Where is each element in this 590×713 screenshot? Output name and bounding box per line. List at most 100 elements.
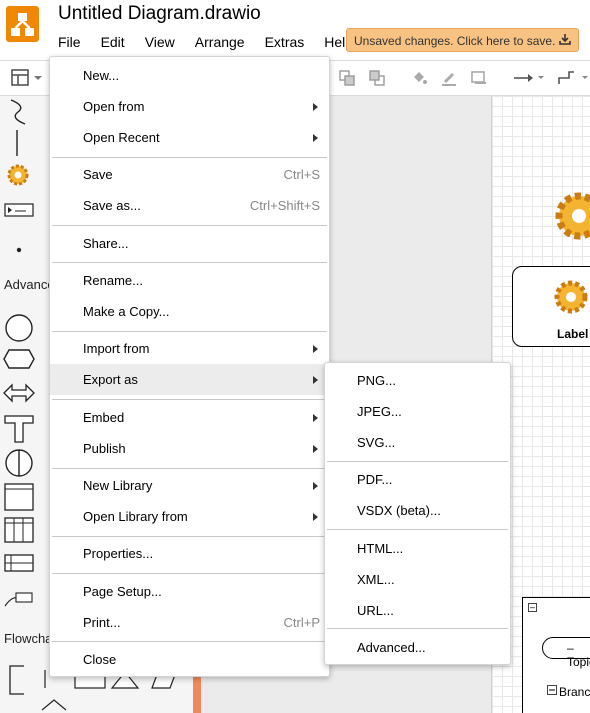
to-front-icon[interactable]: [338, 69, 356, 92]
menu-separator: [52, 331, 327, 332]
menu-item-close-label: Close: [83, 652, 117, 667]
export-item-png-label: PNG...: [357, 373, 397, 388]
menu-item-import-from[interactable]: Import from: [50, 333, 329, 364]
menu-item-page-setup[interactable]: Page Setup...: [50, 576, 329, 607]
menu-item-rename[interactable]: Rename...: [50, 265, 329, 296]
export-item-svg[interactable]: SVG...: [325, 427, 510, 458]
menu-item-share-label: Share...: [83, 236, 129, 251]
export-item-advanced-label: Advanced...: [357, 640, 426, 655]
menu-view[interactable]: View: [135, 31, 185, 53]
fill-color-icon[interactable]: [410, 69, 428, 92]
collapse-icon[interactable]: –: [528, 603, 537, 612]
gear-shape-icon[interactable]: [5, 162, 31, 193]
line-color-icon[interactable]: [440, 69, 458, 92]
menu-item-make-copy-label: Make a Copy...: [83, 304, 170, 319]
menu-item-open-library-from[interactable]: Open Library from: [50, 501, 329, 532]
unsaved-changes-button[interactable]: Unsaved changes. Click here to save.: [346, 28, 579, 52]
menu-item-open-library-from-label: Open Library from: [83, 509, 188, 524]
submenu-arrow-icon: [313, 513, 318, 521]
export-item-html[interactable]: HTML...: [325, 533, 510, 564]
container-shape-icon[interactable]: [4, 483, 34, 516]
download-icon: [558, 32, 572, 49]
export-item-pdf[interactable]: PDF...: [325, 464, 510, 495]
to-back-icon[interactable]: [368, 69, 386, 92]
submenu-arrow-icon: [313, 103, 318, 111]
waypoints-icon[interactable]: [556, 69, 590, 92]
menu-item-new-library-label: New Library: [83, 478, 153, 493]
menu-item-properties[interactable]: Properties...: [50, 538, 329, 569]
connection-style-icon[interactable]: [512, 69, 546, 92]
submenu-arrow-icon: [313, 345, 318, 353]
curve-shape-icon[interactable]: [8, 98, 28, 131]
vertical-pool-shape-icon[interactable]: [4, 517, 34, 548]
export-item-vsdx[interactable]: VSDX (beta)...: [325, 495, 510, 526]
menu-item-make-copy[interactable]: Make a Copy...: [50, 296, 329, 327]
menu-item-close[interactable]: Close: [50, 644, 329, 675]
edge-label-shape-icon[interactable]: [4, 588, 34, 613]
topic-shape[interactable]: – Topic: [542, 637, 590, 669]
export-item-advanced[interactable]: Advanced...: [325, 632, 510, 663]
menu-extras[interactable]: Extras: [255, 31, 315, 53]
menu-item-save-as-label: Save as...: [83, 198, 141, 213]
export-item-svg-label: SVG...: [357, 435, 396, 450]
menu-item-new[interactable]: New...: [50, 60, 329, 91]
menu-item-save-as[interactable]: Save as... Ctrl+Shift+S: [50, 190, 329, 221]
export-item-url[interactable]: URL...: [325, 595, 510, 626]
menu-item-properties-label: Properties...: [83, 546, 154, 561]
tee-shape-icon[interactable]: [4, 415, 34, 448]
horizontal-pool-shape-icon[interactable]: [4, 554, 34, 577]
menu-item-new-library[interactable]: New Library: [50, 470, 329, 501]
image-caption-shape-icon[interactable]: [4, 203, 34, 222]
label-card-text: Label: [557, 327, 589, 341]
menu-item-open-recent[interactable]: Open Recent: [50, 122, 329, 153]
menu-file[interactable]: File: [48, 31, 91, 53]
topic-label: Topic: [567, 655, 590, 669]
menu-item-save[interactable]: Save Ctrl+S: [50, 159, 329, 190]
menu-item-export-as[interactable]: Export as: [50, 364, 329, 395]
shapes-panel-scrollbar[interactable]: [193, 672, 201, 713]
menu-item-import-from-label: Import from: [83, 341, 150, 356]
circle-shape-icon[interactable]: [4, 313, 34, 348]
document-title[interactable]: Untitled Diagram.drawio: [58, 3, 261, 25]
vertical-line-shape-icon[interactable]: [14, 130, 20, 161]
menubar: File Edit View Arrange Extras Help: [48, 31, 363, 53]
submenu-arrow-icon: [313, 414, 318, 422]
crossed-circle-shape-icon[interactable]: [4, 448, 34, 483]
topic-collapse-icon[interactable]: –: [567, 641, 574, 655]
export-item-jpeg[interactable]: JPEG...: [325, 396, 510, 427]
menu-separator: [327, 461, 508, 462]
submenu-arrow-icon: [313, 445, 318, 453]
menu-separator: [52, 262, 327, 263]
menu-separator: [52, 573, 327, 574]
menu-item-open-from[interactable]: Open from: [50, 91, 329, 122]
drawio-logo-icon[interactable]: [6, 6, 39, 42]
export-item-png[interactable]: PNG...: [325, 365, 510, 396]
double-arrow-shape-icon[interactable]: [3, 382, 35, 409]
menu-item-save-label: Save: [83, 167, 113, 182]
menu-item-embed[interactable]: Embed: [50, 402, 329, 433]
format-panel-icon[interactable]: [10, 69, 42, 92]
export-item-jpeg-label: JPEG...: [357, 404, 402, 419]
unsaved-changes-label: Unsaved changes. Click here to save.: [354, 34, 556, 48]
menu-arrange[interactable]: Arrange: [185, 31, 255, 53]
gear-image-icon[interactable]: [549, 186, 590, 251]
menu-separator: [52, 536, 327, 537]
menu-separator: [52, 225, 327, 226]
menu-separator: [52, 157, 327, 158]
export-item-vsdx-label: VSDX (beta)...: [357, 503, 441, 518]
menu-item-new-label: New...: [83, 68, 120, 83]
save-as-shortcut: Ctrl+Shift+S: [249, 198, 320, 213]
menu-item-publish[interactable]: Publish: [50, 433, 329, 464]
shadow-icon[interactable]: [470, 69, 488, 92]
menu-item-print-label: Print...: [83, 615, 121, 630]
menu-separator: [52, 468, 327, 469]
flowchart-annotation-shape-icon[interactable]: [8, 665, 28, 700]
branch-collapse-icon[interactable]: [547, 682, 557, 700]
hexagon-shape-icon[interactable]: [3, 349, 35, 374]
menu-item-print[interactable]: Print... Ctrl+P: [50, 607, 329, 638]
branch-label[interactable]: Branch: [559, 685, 590, 699]
menu-edit[interactable]: Edit: [91, 31, 135, 53]
menu-item-share[interactable]: Share...: [50, 228, 329, 259]
point-shape-icon[interactable]: [16, 240, 22, 258]
export-item-xml[interactable]: XML...: [325, 564, 510, 595]
